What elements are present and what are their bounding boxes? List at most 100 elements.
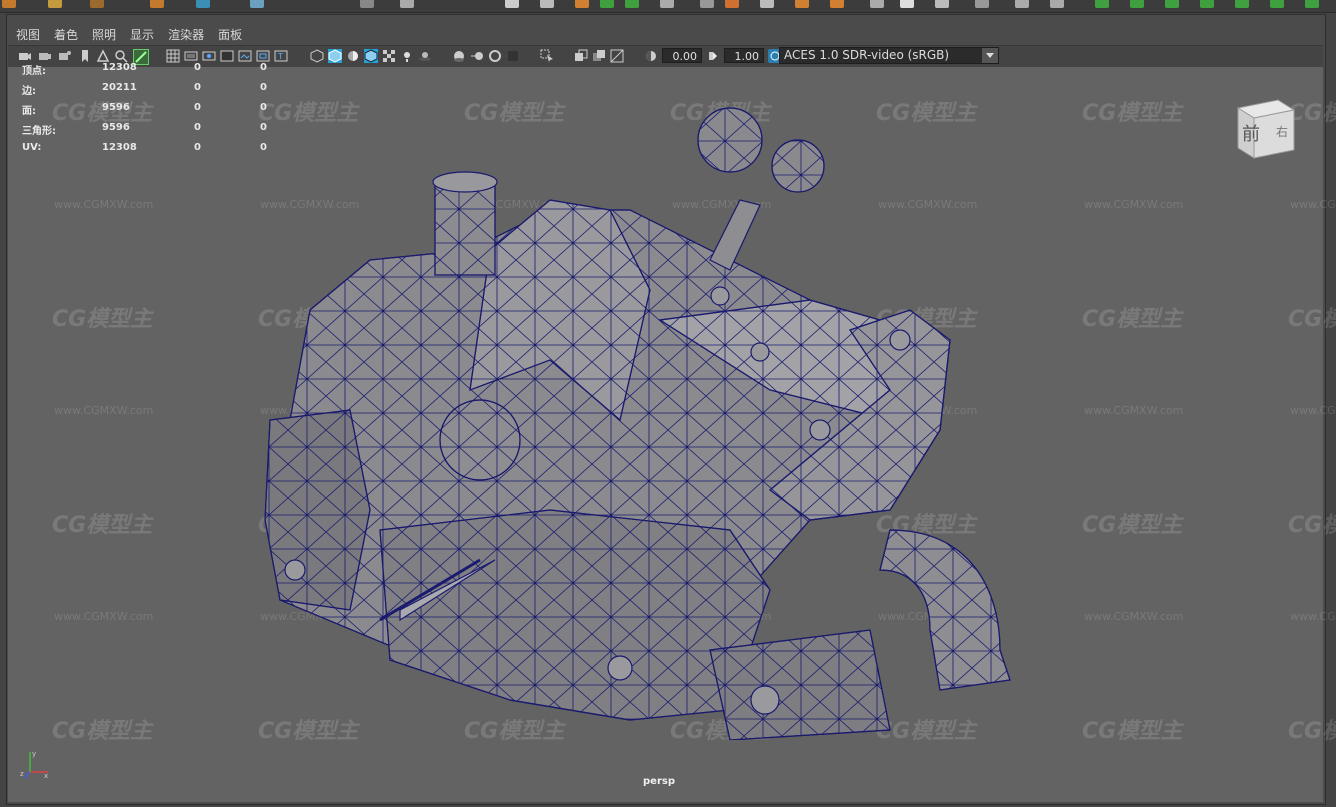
two-d-pan-zoom-icon[interactable] (114, 49, 128, 63)
view-cube[interactable]: 前 右 (1232, 96, 1298, 160)
shelf-icon[interactable] (625, 0, 639, 8)
motion-blur-icon[interactable] (470, 49, 484, 63)
hud-selected-value: 0 (194, 102, 201, 113)
color-space-value: ACES 1.0 SDR-video (sRGB) (784, 48, 950, 62)
hud-selected-components-value: 0 (260, 102, 267, 113)
shelf-icon[interactable] (575, 0, 589, 8)
exposure-icon[interactable] (644, 49, 658, 63)
watermark-url: www.CGMXW.com (1290, 404, 1336, 417)
shadows-icon[interactable] (418, 49, 432, 63)
hud-total-value: 9596 (102, 102, 130, 113)
menu-view[interactable]: 视图 (16, 26, 40, 43)
svg-text:y: y (32, 750, 36, 758)
xray-active-icon[interactable] (592, 49, 606, 63)
shelf-icon[interactable] (900, 0, 914, 8)
watermark-logo: CG模型主 (1288, 719, 1336, 744)
hud-label: 顶点: (22, 66, 46, 77)
camera-attributes-icon[interactable] (58, 49, 72, 63)
shelf-icon[interactable] (1130, 0, 1144, 8)
shelf-icon[interactable] (1015, 0, 1029, 8)
watermark-logo: CG模型主 (52, 719, 153, 744)
menu-show[interactable]: 显示 (130, 26, 154, 43)
shelf-icon[interactable] (196, 0, 210, 8)
hud-label: 三角形: (22, 126, 56, 137)
watermark-logo: CG模型主 (1288, 307, 1336, 332)
menu-shading[interactable]: 着色 (54, 26, 78, 43)
shelf-icon[interactable] (700, 0, 714, 8)
screen-space-ao-icon[interactable] (452, 49, 466, 63)
shelf-icon[interactable] (400, 0, 414, 8)
watermark-url: www.CGMXW.com (1084, 198, 1184, 211)
shelf-icon[interactable] (1305, 0, 1319, 8)
shelf-icon[interactable] (1200, 0, 1214, 8)
shelf-icon[interactable] (760, 0, 774, 8)
shelf-icon[interactable] (830, 0, 844, 8)
resolution-gate-icon[interactable] (202, 49, 216, 63)
wireframe-icon[interactable] (310, 49, 324, 63)
shelf-icon[interactable] (1165, 0, 1179, 8)
shelf-icon[interactable] (360, 0, 374, 8)
camera-name-label: persp (643, 776, 675, 787)
shelf-toolbar (0, 0, 1336, 13)
shelf-icon[interactable] (150, 0, 164, 8)
viewcube-front-label[interactable]: 前 (1242, 124, 1260, 145)
chevron-down-icon[interactable] (982, 48, 998, 63)
menu-lighting[interactable]: 照明 (92, 26, 116, 43)
shelf-icon[interactable] (1235, 0, 1249, 8)
lights-icon[interactable] (400, 49, 414, 63)
hud-row: 边: 20211 0 0 (14, 82, 274, 102)
gamma-icon[interactable] (706, 49, 720, 63)
menu-renderer[interactable]: 渲染器 (168, 26, 204, 43)
shelf-icon[interactable] (48, 0, 62, 8)
textured-icon[interactable] (382, 49, 396, 63)
shelf-icon[interactable] (505, 0, 519, 8)
shelf-icon[interactable] (90, 0, 104, 8)
shelf-icon[interactable] (935, 0, 949, 8)
safe-action-icon[interactable] (256, 49, 270, 63)
field-chart-icon[interactable] (238, 49, 252, 63)
xray-joints-icon[interactable] (610, 49, 624, 63)
axis-gizmo: y x z (20, 750, 48, 780)
wireframe-on-shaded-icon[interactable] (364, 49, 378, 63)
gate-mask-icon[interactable] (220, 49, 234, 63)
shelf-icon[interactable] (600, 0, 614, 8)
hud-label: 面: (22, 106, 36, 117)
isolate-select-icon[interactable] (540, 49, 554, 63)
hud-total-value: 12308 (102, 62, 137, 73)
color-space-dropdown[interactable]: ACES 1.0 SDR-video (sRGB) (779, 47, 999, 64)
watermark-logo: CG模型主 (1082, 513, 1183, 538)
xray-icon[interactable] (574, 49, 588, 63)
film-gate-icon[interactable] (184, 49, 198, 63)
default-material-icon[interactable] (346, 49, 360, 63)
grid-icon[interactable] (166, 49, 180, 63)
anti-aliasing-icon[interactable] (488, 49, 502, 63)
camera-lock-icon[interactable] (38, 49, 52, 63)
shelf-icon[interactable] (870, 0, 884, 8)
shelf-icon[interactable] (540, 0, 554, 8)
shelf-icon[interactable] (660, 0, 674, 8)
smooth-shade-icon[interactable] (328, 49, 342, 63)
hud-selected-components-value: 0 (260, 142, 267, 153)
depth-of-field-icon[interactable] (506, 49, 520, 63)
bookmark-icon[interactable] (78, 49, 92, 63)
shelf-icon[interactable] (725, 0, 739, 8)
gamma-field[interactable]: 1.00 (724, 48, 764, 63)
watermark-logo: CG模型主 (1082, 307, 1183, 332)
watermark-logo: CG模型主 (1082, 101, 1183, 126)
image-plane-icon[interactable] (96, 49, 110, 63)
shelf-icon[interactable] (795, 0, 809, 8)
safe-title-icon[interactable]: T (274, 49, 288, 63)
shelf-icon[interactable] (1050, 0, 1064, 8)
camera-icon[interactable] (18, 49, 32, 63)
shelf-icon[interactable] (250, 0, 264, 8)
shelf-icon[interactable] (975, 0, 989, 8)
shelf-icon[interactable] (2, 0, 16, 8)
menu-panels[interactable]: 面板 (218, 26, 242, 43)
exposure-field[interactable]: 0.00 (662, 48, 702, 63)
viewcube-right-label[interactable]: 右 (1276, 124, 1288, 139)
shelf-icon[interactable] (1270, 0, 1284, 8)
shelf-icon[interactable] (1095, 0, 1109, 8)
wireframe-model[interactable] (250, 90, 1030, 740)
hud-total-value: 20211 (102, 82, 137, 93)
watermark-url: www.CGMXW.com (54, 198, 154, 211)
